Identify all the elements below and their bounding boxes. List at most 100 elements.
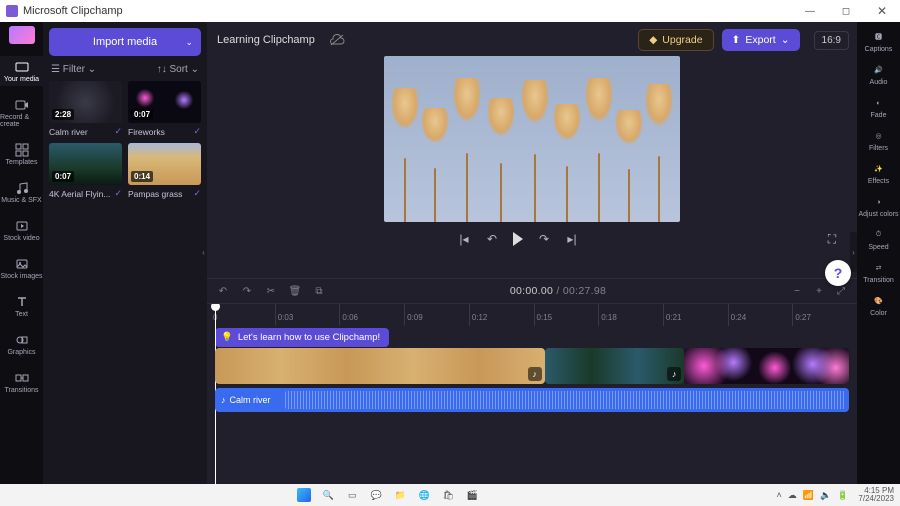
- clip-audio-icon: ♪: [528, 367, 542, 381]
- project-title[interactable]: Learning Clipchamp: [217, 34, 315, 46]
- taskbar-clock[interactable]: 4:15 PM 7/24/2023: [858, 487, 894, 503]
- taskbar-store-icon[interactable]: 🛍: [441, 488, 455, 502]
- tick: 0:21: [663, 304, 728, 326]
- collapse-right-button[interactable]: ›: [850, 232, 857, 272]
- tray-wifi-icon[interactable]: 📶: [803, 490, 814, 501]
- tray-volume-icon[interactable]: 🔈: [820, 490, 831, 501]
- sidebar-item-stock-video[interactable]: Stock video: [0, 215, 43, 245]
- lightbulb-icon: 💡: [221, 332, 233, 343]
- rightbar-item-effects[interactable]: ✨Effects: [857, 162, 900, 185]
- tutorial-hint[interactable]: 💡Let's learn how to use Clipchamp!: [215, 328, 389, 347]
- sort-button[interactable]: ↑↓ Sort ⌄: [157, 64, 199, 75]
- import-media-button[interactable]: Import media ⌄: [49, 28, 201, 56]
- sidebar-item-graphics[interactable]: Graphics: [0, 329, 43, 359]
- sidebar-item-text[interactable]: Text: [0, 291, 43, 321]
- clipchamp-logo: [9, 26, 35, 44]
- duplicate-button[interactable]: ⧉: [313, 285, 325, 297]
- rightbar-item-speed[interactable]: ⏱Speed: [857, 228, 900, 251]
- sidebar-item-record-create[interactable]: Record & create: [0, 94, 43, 131]
- clip-audio-icon: ♪: [667, 367, 681, 381]
- top-toolbar: Learning Clipchamp ◆Upgrade ⬆Export⌄ 16:…: [207, 22, 857, 58]
- sidebar-label: Stock video: [3, 235, 39, 242]
- sidebar-item-transitions[interactable]: Transitions: [0, 367, 43, 397]
- taskbar-chat-icon[interactable]: 💬: [369, 488, 383, 502]
- step-back-icon[interactable]: ↶: [485, 232, 499, 246]
- window-close-button[interactable]: ✕: [864, 0, 900, 22]
- rightbar-item-color[interactable]: 🎨Color: [857, 294, 900, 317]
- tick: 0:09: [404, 304, 469, 326]
- timeline-clip[interactable]: [684, 348, 849, 384]
- rightbar-item-captions[interactable]: 🅲Captions: [857, 30, 900, 53]
- window-minimize-button[interactable]: ―: [792, 0, 828, 22]
- taskbar-search-icon[interactable]: 🔍: [321, 488, 335, 502]
- playback-time: 00:00.00 / 00:27.98: [510, 285, 606, 297]
- taskbar-taskview-icon[interactable]: ▭: [345, 488, 359, 502]
- aspect-ratio-button[interactable]: 16:9: [814, 31, 849, 50]
- taskbar-clipchamp-icon[interactable]: 🎬: [465, 488, 479, 502]
- skip-end-icon[interactable]: ▸|: [565, 232, 579, 246]
- app-icon: [6, 5, 18, 17]
- tick: 0:03: [275, 304, 340, 326]
- taskbar-edge-icon[interactable]: 🌐: [417, 488, 431, 502]
- split-button[interactable]: ✂: [265, 285, 277, 297]
- timeline[interactable]: 0 0:03 0:06 0:09 0:12 0:15 0:18 0:21 0:2…: [207, 304, 857, 484]
- media-item[interactable]: 2:28 Calm river✓: [49, 81, 122, 137]
- tick: 0:12: [469, 304, 534, 326]
- window-titlebar: Microsoft Clipchamp ― ◻ ✕: [0, 0, 900, 22]
- text-icon: [15, 295, 29, 309]
- zoom-fit-button[interactable]: ⤢: [835, 285, 847, 297]
- music-icon: [15, 181, 29, 195]
- timeline-ruler[interactable]: 0 0:03 0:06 0:09 0:12 0:15 0:18 0:21 0:2…: [207, 304, 857, 326]
- taskbar-explorer-icon[interactable]: 📁: [393, 488, 407, 502]
- video-track[interactable]: ♪ ♪: [215, 348, 849, 384]
- step-forward-icon[interactable]: ↷: [537, 232, 551, 246]
- right-sidebar: 🅲Captions 🔊Audio ◐Fade ◎Filters ✨Effects…: [857, 22, 900, 484]
- sidebar-item-templates[interactable]: Templates: [0, 139, 43, 169]
- rightbar-item-fade[interactable]: ◐Fade: [857, 96, 900, 119]
- timeline-clip[interactable]: ♪: [215, 348, 545, 384]
- window-maximize-button[interactable]: ◻: [828, 0, 864, 22]
- tray-chevron-icon[interactable]: ˄: [776, 490, 781, 500]
- zoom-out-button[interactable]: −: [791, 285, 803, 297]
- tick: 0:15: [534, 304, 599, 326]
- filter-button[interactable]: ☰ Filter ⌄: [51, 64, 96, 75]
- windows-taskbar[interactable]: 🔍 ▭ 💬 📁 🌐 🛍 🎬 ˄ ☁ 📶 🔈 🔋 4:15 PM 7/24/202…: [0, 484, 900, 506]
- help-button[interactable]: ?: [825, 260, 851, 286]
- sidebar-item-stock-images[interactable]: Stock images: [0, 253, 43, 283]
- rightbar-item-adjust-colors[interactable]: ◑Adjust colors: [857, 195, 900, 218]
- start-button[interactable]: [297, 488, 311, 502]
- sidebar-label: Graphics: [7, 349, 35, 356]
- rightbar-item-transition[interactable]: ⇄Transition: [857, 261, 900, 284]
- tray-onedrive-icon[interactable]: ☁: [788, 490, 797, 501]
- export-button[interactable]: ⬆Export⌄: [722, 29, 800, 51]
- media-icon: [15, 60, 29, 74]
- cloud-off-icon: [329, 34, 345, 46]
- tray-battery-icon[interactable]: 🔋: [837, 490, 848, 501]
- rightbar-item-filters[interactable]: ◎Filters: [857, 129, 900, 152]
- audio-track-clip[interactable]: ♪ Calm river: [215, 388, 849, 412]
- media-item[interactable]: 0:07 Fireworks✓: [128, 81, 201, 137]
- delete-button[interactable]: 🗑: [289, 285, 301, 297]
- sidebar-item-your-media[interactable]: Your media: [0, 56, 43, 86]
- media-item[interactable]: 0:07 4K Aerial Flyin...✓: [49, 143, 122, 199]
- redo-button[interactable]: ↷: [241, 285, 253, 297]
- upgrade-button[interactable]: ◆Upgrade: [638, 29, 713, 51]
- collapse-left-button[interactable]: ‹: [200, 232, 207, 272]
- video-preview[interactable]: [384, 56, 680, 222]
- play-button[interactable]: [513, 232, 523, 246]
- fullscreen-icon[interactable]: ⛶: [825, 232, 839, 246]
- waveform: [285, 391, 845, 409]
- undo-button[interactable]: ↶: [217, 285, 229, 297]
- zoom-in-button[interactable]: +: [813, 285, 825, 297]
- sidebar-label: Stock images: [0, 273, 42, 280]
- skip-start-icon[interactable]: |◂: [457, 232, 471, 246]
- diamond-icon: ◆: [649, 34, 657, 46]
- upload-icon: ⬆: [732, 34, 741, 46]
- timeline-clip[interactable]: ♪: [545, 348, 684, 384]
- speaker-icon: 🔊: [872, 63, 886, 77]
- rightbar-item-audio[interactable]: 🔊Audio: [857, 63, 900, 86]
- sidebar-item-music-sfx[interactable]: Music & SFX: [0, 177, 43, 207]
- transitions-icon: [15, 371, 29, 385]
- system-tray[interactable]: ˄ ☁ 📶 🔈 🔋 4:15 PM 7/24/2023: [776, 487, 894, 503]
- media-item[interactable]: 0:14 Pampas grass✓: [128, 143, 201, 199]
